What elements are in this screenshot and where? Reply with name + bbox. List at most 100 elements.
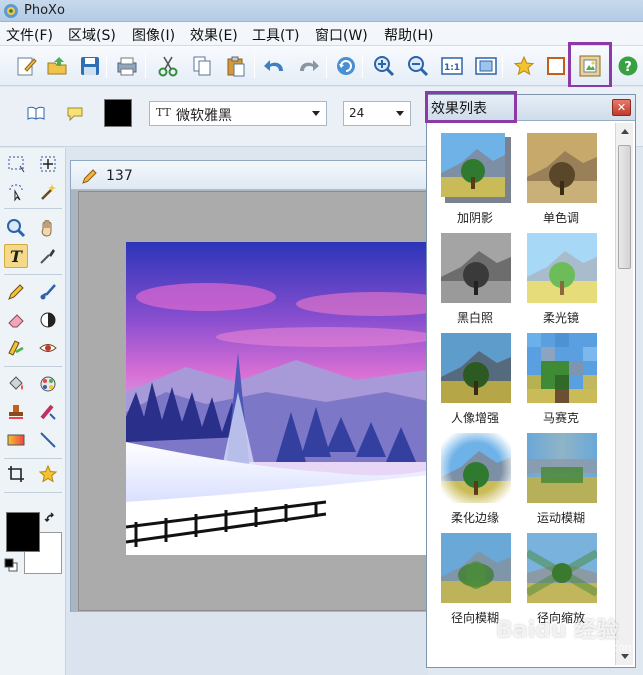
menu-file[interactable]: 文件(F) bbox=[4, 25, 55, 45]
cut-icon bbox=[158, 56, 178, 77]
effect-item[interactable]: 黑白照 bbox=[435, 233, 515, 329]
refresh-button[interactable] bbox=[332, 53, 360, 79]
swap-colors-button[interactable] bbox=[44, 512, 58, 530]
font-family-select[interactable]: TT 微软雅黑 bbox=[149, 101, 327, 126]
tools-separator bbox=[4, 208, 62, 209]
speech-bubble-icon bbox=[67, 107, 83, 122]
zoom-in-button[interactable] bbox=[370, 53, 398, 79]
magic-wand-tool[interactable] bbox=[36, 180, 60, 204]
smudge-tool[interactable] bbox=[4, 336, 28, 360]
magnifier-icon bbox=[7, 219, 26, 238]
zoom-tool[interactable] bbox=[4, 216, 28, 240]
font-size-select[interactable]: 24 bbox=[343, 101, 411, 126]
move-tool[interactable] bbox=[36, 152, 60, 176]
menu-tools[interactable]: 工具(T) bbox=[250, 25, 301, 45]
scroll-down-icon[interactable] bbox=[621, 654, 629, 659]
tools-separator bbox=[4, 458, 62, 459]
eyedropper-tool[interactable] bbox=[36, 244, 60, 268]
new-button[interactable] bbox=[12, 53, 40, 79]
drop-shadow-thumbnail bbox=[441, 133, 511, 203]
line-icon bbox=[40, 432, 56, 448]
help-button[interactable]: ? bbox=[614, 53, 642, 79]
effect-item[interactable]: 柔化边缘 bbox=[435, 433, 515, 529]
close-icon: ✕ bbox=[616, 101, 627, 114]
reset-colors-icon bbox=[4, 558, 18, 572]
magic-wand-icon bbox=[41, 184, 56, 200]
effects-scrollbar[interactable] bbox=[615, 123, 633, 665]
fill-tool[interactable] bbox=[4, 372, 28, 396]
lasso-tool[interactable] bbox=[4, 180, 28, 204]
close-button[interactable]: ✕ bbox=[612, 99, 631, 116]
rect-select-tool[interactable] bbox=[4, 152, 28, 176]
open-button[interactable] bbox=[44, 53, 72, 79]
workspace-bottom bbox=[66, 612, 428, 675]
mosaic-thumbnail bbox=[527, 333, 597, 403]
menu-effects[interactable]: 效果(E) bbox=[188, 25, 240, 45]
menu-image[interactable]: 图像(I) bbox=[130, 25, 177, 45]
cut-button[interactable] bbox=[154, 53, 182, 79]
effect-item[interactable]: 单色调 bbox=[521, 133, 601, 229]
favorite-button[interactable] bbox=[510, 53, 538, 79]
contrast-tool[interactable] bbox=[36, 308, 60, 332]
foreground-color-swatch[interactable] bbox=[6, 512, 40, 552]
effect-item[interactable]: 运动模糊 bbox=[521, 433, 601, 529]
reset-colors-button[interactable] bbox=[4, 558, 18, 576]
speech-bubble-button[interactable] bbox=[66, 105, 84, 127]
effects-button-highlight bbox=[568, 42, 612, 88]
line-tool[interactable] bbox=[36, 428, 60, 452]
toolbar-separator bbox=[145, 54, 146, 78]
menu-window[interactable]: 窗口(W) bbox=[313, 25, 370, 45]
frame-button[interactable] bbox=[542, 53, 570, 79]
copy-button[interactable] bbox=[188, 53, 216, 79]
undo-button[interactable] bbox=[261, 53, 289, 79]
portrait-enhance-thumbnail bbox=[441, 333, 511, 403]
scrollbar-thumb[interactable] bbox=[618, 145, 631, 269]
svg-text:1:1: 1:1 bbox=[444, 63, 460, 73]
text-tool[interactable]: T bbox=[4, 244, 28, 268]
text-mode-button[interactable] bbox=[26, 105, 46, 125]
red-eye-tool[interactable] bbox=[36, 336, 60, 360]
fit-window-button[interactable] bbox=[472, 53, 500, 79]
stamp-tool[interactable] bbox=[4, 400, 28, 424]
effect-item[interactable]: 加阴影 bbox=[435, 133, 515, 229]
app-logo-icon bbox=[4, 4, 18, 18]
menu-help[interactable]: 帮助(H) bbox=[382, 25, 435, 45]
hand-tool[interactable] bbox=[36, 216, 60, 240]
smudge-icon bbox=[8, 340, 24, 356]
gradient-icon bbox=[7, 434, 25, 446]
text-color-swatch[interactable] bbox=[104, 99, 132, 127]
menu-selection[interactable]: 区域(S) bbox=[66, 25, 118, 45]
zoom-out-button[interactable] bbox=[404, 53, 432, 79]
copy-icon bbox=[193, 56, 211, 76]
font-family-value: 微软雅黑 bbox=[176, 108, 232, 124]
open-icon bbox=[47, 57, 67, 75]
crop-tool[interactable] bbox=[4, 462, 28, 486]
effect-item[interactable]: 柔光镜 bbox=[521, 233, 601, 329]
eraser-tool[interactable] bbox=[4, 308, 28, 332]
lasso-icon bbox=[9, 184, 23, 202]
actual-size-button[interactable]: 1:1 bbox=[438, 53, 466, 79]
canvas-photo[interactable] bbox=[126, 242, 456, 555]
effect-label: 单色调 bbox=[542, 211, 579, 225]
sepia-thumbnail bbox=[527, 133, 597, 203]
font-size-value: 24 bbox=[349, 106, 365, 120]
tools-separator bbox=[4, 492, 62, 493]
color-replace-tool[interactable] bbox=[36, 372, 60, 396]
effect-item[interactable]: 马赛克 bbox=[521, 333, 601, 429]
redo-button[interactable] bbox=[294, 53, 322, 79]
save-icon bbox=[81, 57, 99, 75]
effect-item[interactable]: 人像增强 bbox=[435, 333, 515, 429]
save-button[interactable] bbox=[76, 53, 104, 79]
brush-tool[interactable] bbox=[36, 280, 60, 304]
print-button[interactable] bbox=[113, 53, 141, 79]
gradient-tool[interactable] bbox=[4, 428, 28, 452]
document-title-bar: 137 bbox=[71, 161, 439, 190]
paste-button[interactable] bbox=[222, 53, 250, 79]
tools-panel: T bbox=[0, 148, 66, 675]
help-icon: ? bbox=[618, 56, 638, 76]
shape-tool[interactable] bbox=[36, 462, 60, 486]
radial-blur-thumbnail bbox=[441, 533, 511, 603]
pencil-tool[interactable] bbox=[4, 280, 28, 304]
scroll-up-icon[interactable] bbox=[621, 129, 629, 134]
gradient-brush-tool[interactable] bbox=[36, 400, 60, 424]
